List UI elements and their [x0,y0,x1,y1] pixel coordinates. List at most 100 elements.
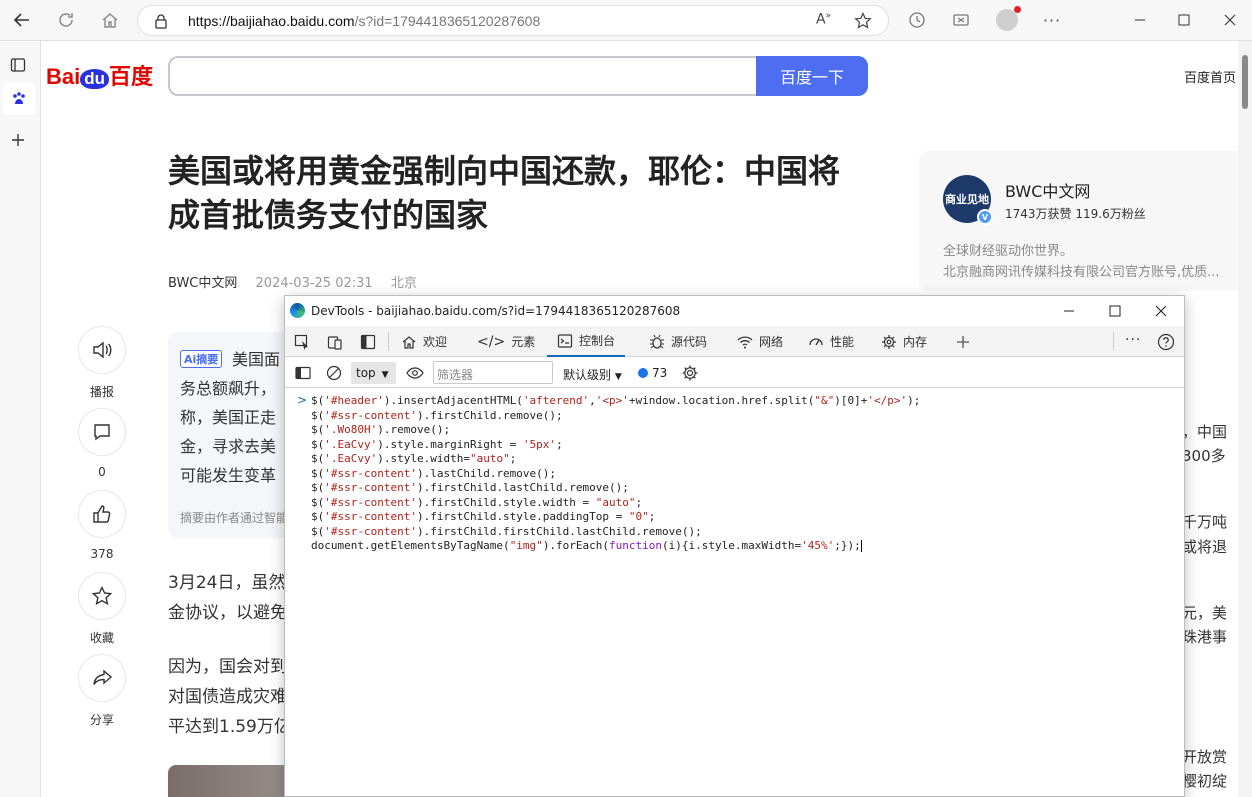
more-menu-button[interactable]: ··· [1037,6,1067,34]
ellipsis-icon: ··· [1042,10,1062,30]
toggle-drawer-icon[interactable] [360,334,376,350]
tab-welcome[interactable]: 欢迎 [401,326,447,357]
minimize-button[interactable] [1125,6,1155,34]
maximize-button[interactable] [1169,6,1199,34]
home-icon [402,335,416,349]
console-code-line: $('.EaCvy').style.width="auto"; [311,452,517,465]
baidu-paw-icon [13,92,25,104]
devtools-title: DevTools - baijiahao.baidu.com/s?id=1794… [311,304,681,318]
action-label: 收藏 [89,631,114,645]
memory-chip-icon [882,334,896,349]
edge-logo-icon [290,303,305,318]
issues-icon [638,368,648,378]
code-tag-icon: </> [477,333,506,350]
console-toolbar: top ▼ 筛选器 默认级别 ▼ 73 [285,357,1184,388]
baidu-home-link[interactable]: 百度首页 [1184,67,1236,86]
console-code-line: $('#ssr-content').firstChild.style.width… [311,495,643,509]
eye-icon[interactable] [406,365,424,381]
console-code-line: $('#ssr-content').firstChild.lastChild.r… [311,481,629,494]
new-tab-icon[interactable] [10,132,26,148]
verified-icon: V [977,209,993,225]
close-icon [1224,14,1236,26]
share-icon [93,669,113,685]
console-input[interactable]: $('#header').insertAdjacentHTML('afteren… [311,394,920,554]
share-action[interactable]: 分享 [78,654,126,728]
page-scrollbar[interactable] [1238,41,1252,797]
console-output[interactable]: > $('#header').insertAdjacentHTML('after… [285,388,1184,796]
logo-du: du [80,69,110,89]
more-options-icon[interactable]: ··· [1125,332,1141,348]
minimize-icon [1135,19,1145,21]
add-tab-icon[interactable] [955,334,971,350]
url-text: https://baijiahao.baidu.com/s?id=1794418… [188,13,540,29]
refresh-button[interactable] [51,6,81,34]
article-author[interactable]: BWC中文网 [168,276,237,291]
article-title: 美国或将用黄金强制向中国还款，耶伦：中国将成首批债务支付的国家 [168,152,841,234]
author-avatar[interactable]: 商业见地 V [943,175,993,225]
inspect-element-icon[interactable] [294,334,310,350]
read-aloud-icon[interactable]: A» [816,11,831,28]
scrollbar-thumb[interactable] [1242,55,1248,109]
settings-gear-icon[interactable] [681,364,699,382]
refresh-icon [59,13,73,27]
close-icon[interactable] [1155,305,1167,317]
help-icon[interactable] [1157,333,1175,351]
avatar [996,6,1021,31]
device-emulation-icon[interactable] [327,334,343,350]
tab-actions-icon[interactable] [10,57,26,73]
favorite-star-icon[interactable] [854,12,872,30]
close-button[interactable] [1215,6,1245,34]
baidu-logo[interactable]: Bai du 百度 [46,59,153,91]
search-button[interactable]: 百度一下 [756,56,868,96]
minimize-icon[interactable] [1063,305,1075,317]
logo-bai: Bai [46,64,81,89]
console-code-line: $('#ssr-content').lastChild.remove(); [311,466,557,480]
author-card: 商业见地 V BWC中文网 1743万获赞 119.6万粉丝 全球财经驱动你世界… [919,151,1238,291]
screenshot-icon [953,14,969,26]
maximize-icon[interactable] [1109,305,1121,317]
back-button[interactable] [7,6,37,34]
article-date: 2024-03-25 02:31 [255,276,373,291]
browser-toolbar: https://baijiahao.baidu.com/s?id=1794418… [0,0,1252,41]
devtools-window: DevTools - baijiahao.baidu.com/s?id=1794… [284,295,1185,797]
profile-button[interactable] [992,6,1022,34]
action-label: 播报 [89,385,114,399]
comment-action[interactable]: 0 [78,408,126,479]
divider [388,332,389,351]
tab-sources[interactable]: 源代码 [649,326,707,357]
author-stats: 1743万获赞 119.6万粉丝 [1005,207,1146,221]
baidu-tab[interactable] [3,83,35,115]
sidebar-toggle-icon[interactable] [295,365,311,381]
wifi-icon [737,335,753,348]
home-icon [102,13,118,28]
console-filter-input[interactable]: 筛选器 [433,361,553,384]
logo-cn: 百度 [109,64,154,89]
tab-label: 网络 [759,335,784,349]
home-button[interactable] [95,6,125,34]
log-level-select[interactable]: 默认级别 ▼ [563,366,622,383]
tab-memory[interactable]: 内存 [881,326,927,357]
clear-console-icon[interactable] [326,365,342,381]
tab-label: 控制台 [579,334,616,348]
read-aloud-action[interactable]: 播报 [78,326,126,400]
history-button[interactable] [902,6,932,34]
tab-network[interactable]: 网络 [737,326,783,357]
address-bar[interactable]: https://baijiahao.baidu.com/s?id=1794418… [137,5,889,36]
tab-console[interactable]: 控制台 [547,326,626,357]
tab-elements[interactable]: </> 元素 [477,326,535,357]
context-selector[interactable]: top ▼ [351,362,396,384]
search-input[interactable] [168,56,758,96]
speaker-icon [93,341,112,359]
author-name[interactable]: BWC中文网 [1005,178,1090,202]
tab-label: 内存 [903,335,928,349]
url-path: /s?id=1794418365120287608 [354,13,541,29]
like-action[interactable]: 378 [78,490,126,561]
tab-performance[interactable]: 性能 [808,326,854,357]
favorite-action[interactable]: 收藏 [78,572,126,646]
console-code-line: $('.Wo80H').remove(); [311,423,451,436]
prompt-chevron-icon: > [297,393,308,407]
screenshot-button[interactable] [946,6,976,34]
article-meta: BWC中文网 2024-03-25 02:31 北京 [168,272,431,291]
url-host: https://baijiahao.baidu.com [188,13,355,29]
issues-counter[interactable]: 73 [638,366,667,380]
